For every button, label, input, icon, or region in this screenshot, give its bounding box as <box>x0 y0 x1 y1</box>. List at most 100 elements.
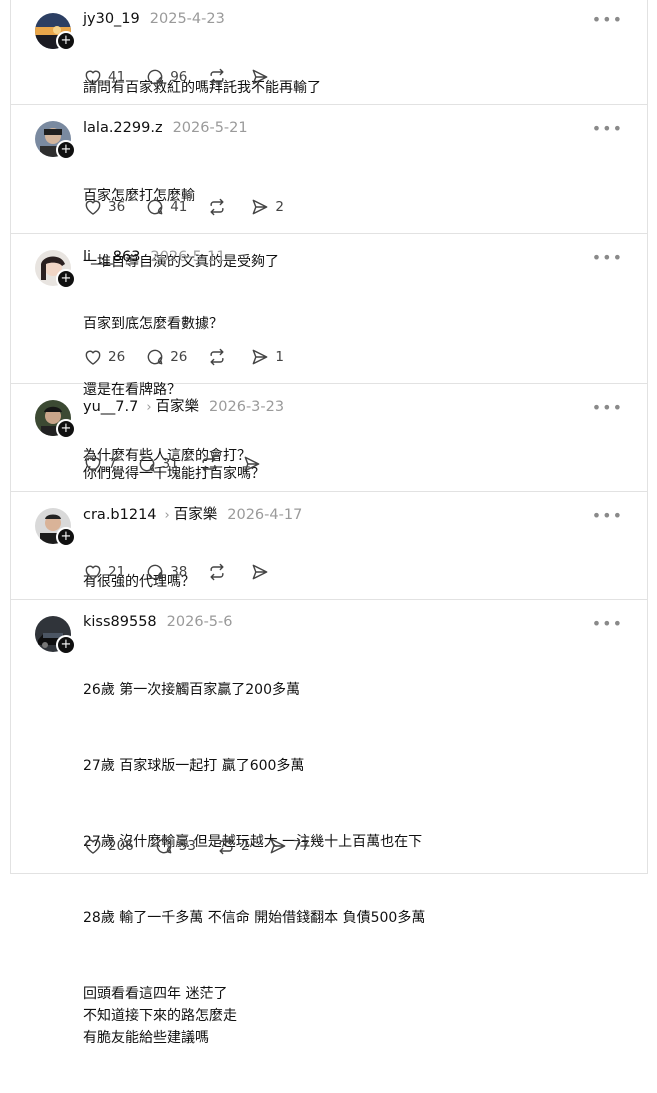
repost-icon <box>202 455 216 473</box>
post-header: cra.b1214 › 百家樂 2026-4-17 <box>83 505 302 525</box>
repost-icon <box>210 198 224 216</box>
share-button[interactable] <box>242 454 267 474</box>
topic-tag[interactable]: 百家樂 <box>174 507 218 523</box>
post-line: 回頭看看這四年 迷茫了 不知道接下來的路怎麼走 有脆友能給些建議嗎 <box>83 986 237 1046</box>
share-count: 77 <box>292 838 310 854</box>
repost-button[interactable] <box>207 67 232 87</box>
post-actions: 26 26 1 <box>81 346 284 368</box>
more-options-icon[interactable]: ••• <box>592 250 623 266</box>
post-actions: 41 96 <box>81 66 275 88</box>
comment-button[interactable]: 38 <box>145 562 187 582</box>
share-button[interactable] <box>250 67 275 87</box>
comment-button[interactable]: 41 <box>145 197 187 217</box>
post-header: yu__7.7 › 百家樂 2026-3-23 <box>83 397 284 417</box>
post[interactable]: + cra.b1214 › 百家樂 2026-4-17 ••• 有很強的代理嗎？ 21… <box>11 492 647 600</box>
share-button[interactable] <box>250 562 275 582</box>
post-actions: 36 41 2 <box>81 196 284 218</box>
follow-plus-icon[interactable]: + <box>56 635 76 655</box>
more-options-icon[interactable]: ••• <box>592 12 623 28</box>
comment-count: 96 <box>170 69 188 85</box>
like-button[interactable]: 41 <box>83 67 125 87</box>
post-actions: 21 38 <box>81 561 275 583</box>
comment-button[interactable]: 96 <box>145 67 187 87</box>
repost-icon <box>210 348 224 366</box>
repost-button[interactable] <box>199 454 224 474</box>
topic-tag[interactable]: 百家樂 <box>156 399 200 415</box>
more-options-icon[interactable]: ••• <box>592 508 623 524</box>
like-button[interactable]: 206 <box>83 836 134 856</box>
comment-count: 41 <box>170 199 188 215</box>
repost-button[interactable] <box>207 347 232 367</box>
comment-bubble-icon <box>147 564 163 580</box>
like-count: 26 <box>108 349 126 365</box>
username[interactable]: jy30_19 <box>83 11 140 27</box>
comment-bubble-icon <box>139 456 154 472</box>
share-count: 1 <box>275 349 284 365</box>
username[interactable]: li___863 <box>83 249 140 265</box>
send-icon <box>253 564 268 580</box>
comment-button[interactable]: 26 <box>145 347 187 367</box>
post[interactable]: + lala.2299.z 2026-5-21 ••• 百家怎麼打怎麼輸 一堆自導… <box>11 105 647 270</box>
send-icon <box>270 838 285 854</box>
comment-bubble-icon <box>156 838 172 854</box>
comment-count: 38 <box>170 564 188 580</box>
post-date: 2026-4-17 <box>227 507 303 523</box>
follow-plus-icon[interactable]: + <box>56 140 76 160</box>
post-text: 26歲 第一次接觸百家贏了200多萬 27歲 百家球版一起打 贏了600多萬 2… <box>83 635 627 1093</box>
like-button[interactable]: 21 <box>83 562 125 582</box>
like-button[interactable]: 26 <box>83 347 125 367</box>
more-options-icon[interactable]: ••• <box>592 616 623 632</box>
comment-bubble-icon <box>147 69 163 85</box>
comment-count: 31 <box>161 456 179 472</box>
share-button[interactable]: 1 <box>250 347 284 367</box>
username[interactable]: yu__7.7 <box>83 399 138 415</box>
share-button[interactable]: 77 <box>268 836 310 856</box>
chevron-right-icon: › <box>146 400 152 415</box>
post-date: 2026-5-21 <box>172 120 248 136</box>
more-options-icon[interactable]: ••• <box>592 121 623 137</box>
post[interactable]: + jy30_19 2025-4-23 ••• 請問有百家救紅的嗎拜託我不能再輸了… <box>11 0 647 105</box>
post-line: 27歲 百家球版一起打 贏了600多萬 <box>83 758 305 774</box>
follow-plus-icon[interactable]: + <box>56 31 76 51</box>
more-options-icon[interactable]: ••• <box>592 400 623 416</box>
share-button[interactable]: 2 <box>250 197 284 217</box>
post-date: 2026-3-23 <box>209 399 285 415</box>
post[interactable]: + kiss89558 2026-5-6 ••• 26歲 第一次接觸百家贏了200… <box>11 600 647 1046</box>
username[interactable]: kiss89558 <box>83 614 157 630</box>
share-count: 2 <box>275 199 284 215</box>
username[interactable]: cra.b1214 <box>83 507 157 523</box>
repost-button[interactable] <box>207 562 232 582</box>
like-count: 206 <box>108 838 134 854</box>
like-button[interactable]: 36 <box>83 197 125 217</box>
comment-bubble-icon <box>147 199 163 215</box>
follow-plus-icon[interactable]: + <box>56 419 76 439</box>
repost-button[interactable]: 2 <box>216 836 250 856</box>
post-line: 28歲 輸了一千多萬 不信命 開始借錢翻本 負債500多萬 <box>83 910 426 926</box>
post-date: 2026-5-11 <box>150 249 226 265</box>
post-actions: 7 31 <box>81 453 267 475</box>
comment-button[interactable]: 53 <box>154 836 196 856</box>
repost-icon <box>219 837 233 855</box>
post-header: kiss89558 2026-5-6 <box>83 612 233 632</box>
heart-icon <box>85 839 101 854</box>
username[interactable]: lala.2299.z <box>83 120 163 136</box>
post-line: 百家到底怎麼看數據？ <box>83 316 223 332</box>
like-count: 41 <box>108 69 126 85</box>
like-count: 36 <box>108 199 126 215</box>
post-date: 2025-4-23 <box>149 11 225 27</box>
post[interactable]: + li___863 2026-5-11 ••• 百家到底怎麼看數據？ 還是在看牌… <box>11 234 647 464</box>
post-header: li___863 2026-5-11 <box>83 247 226 267</box>
repost-button[interactable] <box>207 197 232 217</box>
follow-plus-icon[interactable]: + <box>56 527 76 547</box>
like-button[interactable]: 7 <box>83 454 117 474</box>
comment-button[interactable]: 31 <box>137 454 179 474</box>
repost-icon <box>210 563 224 581</box>
heart-icon <box>85 70 101 85</box>
heart-icon <box>85 200 101 215</box>
post[interactable]: + yu__7.7 › 百家樂 2026-3-23 ••• 你們覺得一千塊能打百家嗎？… <box>11 384 647 492</box>
repost-icon <box>210 68 224 86</box>
post-date: 2026-5-6 <box>166 614 233 630</box>
heart-icon <box>85 350 101 365</box>
comment-bubble-icon <box>147 349 163 365</box>
follow-plus-icon[interactable]: + <box>56 269 76 289</box>
